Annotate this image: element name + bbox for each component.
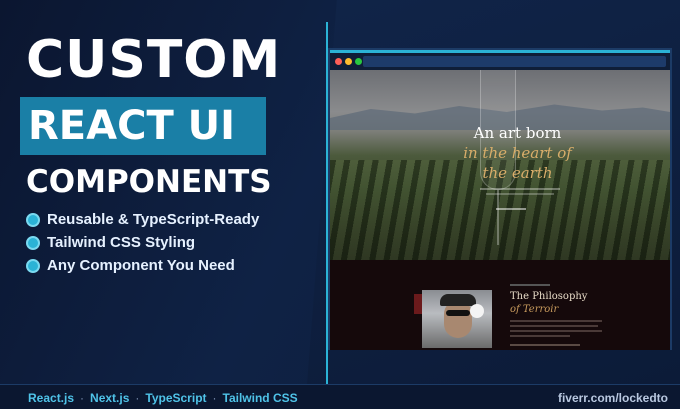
- headline-custom: CUSTOM: [26, 30, 282, 90]
- hero-tagline-placeholder: [486, 193, 554, 195]
- tech-react: React.js: [28, 391, 75, 405]
- profile-url: fiverr.com/lockedto: [557, 391, 668, 405]
- section-kicker-placeholder: [510, 284, 550, 286]
- feature-label: Any Component You Need: [47, 257, 235, 274]
- hero-heading: An art born: [473, 124, 562, 142]
- footer-bar: React.js · Next.js · TypeScript · Tailwind CSS…: [0, 384, 680, 409]
- maximize-dot-icon: [355, 58, 362, 65]
- tech-next: Next.js: [90, 391, 130, 405]
- hero-tagline-placeholder: [480, 188, 560, 190]
- paragraph-placeholder: [510, 330, 602, 332]
- hero-heading-accent: the earth: [482, 164, 553, 182]
- address-bar: [363, 56, 666, 67]
- globe-icon: [26, 258, 40, 273]
- minimize-dot-icon: [345, 58, 352, 65]
- globe-icon: [26, 235, 40, 250]
- feature-list: Reusable & TypeScript-Ready Tailwind CSS…: [26, 208, 316, 277]
- feature-label: Tailwind CSS Styling: [47, 234, 196, 251]
- tech-typescript: TypeScript: [145, 391, 207, 405]
- headline-components: COMPONENTS: [26, 164, 272, 200]
- paragraph-placeholder: [510, 320, 602, 322]
- tech-tailwind: Tailwind CSS: [222, 391, 298, 405]
- headline-react-ui: REACT UI: [28, 103, 236, 149]
- section-title: The Philosophy: [510, 291, 588, 302]
- tech-stack: React.js · Next.js · TypeScript · Tailwind CSS: [28, 391, 298, 405]
- globe-icon: [26, 212, 40, 227]
- feature-item: Tailwind CSS Styling: [26, 231, 316, 254]
- feature-item: Any Component You Need: [26, 254, 316, 277]
- quote-placeholder: [510, 344, 580, 346]
- paragraph-placeholder: [510, 335, 570, 337]
- feature-item: Reusable & TypeScript-Ready: [26, 208, 316, 231]
- section-subtitle: of Terroir: [510, 304, 559, 315]
- preview-hero: An art born in the heart of the earth: [330, 70, 670, 260]
- close-dot-icon: [335, 58, 342, 65]
- feature-label: Reusable & TypeScript-Ready: [47, 211, 260, 228]
- hero-cta-placeholder: [496, 208, 526, 210]
- browser-titlebar: [330, 53, 670, 70]
- browser-preview: An art born in the heart of the earth Th…: [328, 48, 672, 350]
- hero-heading-accent: in the heart of: [463, 144, 572, 162]
- preview-philosophy-section: The Philosophy of Terroir: [330, 260, 670, 350]
- portrait-photo: [422, 290, 492, 348]
- paragraph-placeholder: [510, 325, 598, 327]
